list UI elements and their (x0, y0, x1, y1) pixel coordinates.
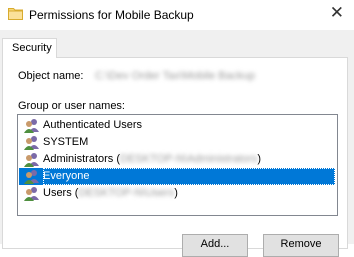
close-icon[interactable]: ✕ (330, 5, 344, 22)
object-name-label: Object name: (18, 70, 84, 82)
principal-domain: DESKTOP-N\Users (78, 187, 175, 199)
principals-list[interactable]: Authenticated Users SYSTEM Administrator… (17, 114, 338, 216)
users-icon (24, 153, 39, 167)
tab-label: Security (12, 42, 52, 54)
principal-name: Administrators (DESKTOP-N\Administrators… (43, 153, 261, 165)
object-name-value: C:\Dev Order Tax\Mobile Backup (95, 70, 255, 82)
list-item[interactable]: Users (DESKTOP-N\Users) (19, 185, 335, 202)
folder-icon (8, 8, 23, 20)
principal-close-paren: ) (174, 187, 178, 199)
list-item[interactable]: SYSTEM (19, 134, 335, 151)
principal-name: Users (DESKTOP-N\Users) (43, 187, 178, 199)
remove-button[interactable]: Remove (263, 234, 339, 257)
list-item-selected[interactable]: Everyone (19, 168, 335, 185)
principal-domain: DESKTOP-N\Administrators (120, 153, 258, 165)
users-icon (24, 170, 39, 184)
principal-name: SYSTEM (43, 136, 89, 148)
add-button[interactable]: Add... (182, 234, 248, 257)
users-icon (24, 136, 39, 150)
tab-security[interactable]: Security (2, 38, 57, 58)
principal-label: Administrators ( (43, 153, 121, 165)
principal-name: Authenticated Users (43, 119, 143, 131)
list-item[interactable]: Authenticated Users (19, 117, 335, 134)
window-title: Permissions for Mobile Backup (29, 8, 194, 22)
group-names-label: Group or user names: (18, 100, 125, 112)
title-bar: Permissions for Mobile Backup ✕ (0, 0, 354, 30)
users-icon (24, 187, 39, 201)
principal-label: Users ( (43, 187, 79, 199)
users-icon (24, 119, 39, 133)
principal-name: Everyone (43, 170, 90, 182)
principal-close-paren: ) (257, 153, 262, 165)
list-item[interactable]: Administrators (DESKTOP-N\Administrators… (19, 151, 335, 168)
